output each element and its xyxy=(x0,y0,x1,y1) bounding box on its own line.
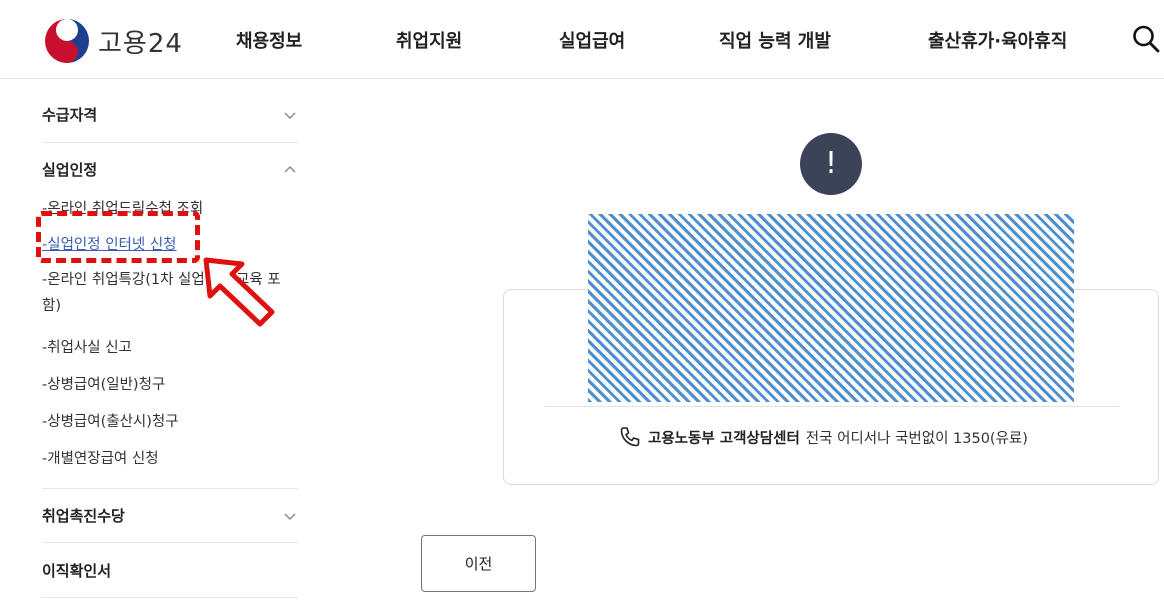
phone-icon xyxy=(620,427,640,447)
sidebar-section-unemployment-recognition[interactable]: 실업인정 xyxy=(42,159,298,180)
divider xyxy=(42,488,298,489)
divider xyxy=(42,542,298,543)
sidebar-section-title: 실업인정 xyxy=(42,161,98,179)
nav-maternity-parental-leave[interactable]: 출산휴가·육아휴직 xyxy=(928,27,1067,53)
prev-button[interactable]: 이전 xyxy=(421,535,536,592)
sidebar-section-title: 이직확인서 xyxy=(42,562,112,580)
divider xyxy=(42,142,298,143)
annotation-highlight-box xyxy=(36,211,200,263)
chevron-down-icon xyxy=(284,112,296,119)
image-placeholder xyxy=(588,214,1074,402)
sidebar-item-employment-report[interactable]: -취업사실 신고 xyxy=(42,336,132,357)
annotation-arrow-icon xyxy=(203,257,275,327)
sidebar-item-individual-extended-benefit[interactable]: -개별연장급여 신청 xyxy=(42,447,159,468)
sidebar-item-sickness-benefit-general[interactable]: -상병급여(일반)청구 xyxy=(42,373,165,394)
contact-info: 고용노동부 고객상담센터 전국 어디서나 국번없이 1350(유료) xyxy=(618,425,1028,449)
sidebar-section-eligibility[interactable]: 수급자격 xyxy=(42,104,298,125)
search-icon[interactable] xyxy=(1132,24,1160,54)
contact-center-label: 고용노동부 고객상담센터 xyxy=(648,430,800,447)
logo-text: 고용24 xyxy=(98,28,183,59)
nav-employment-support[interactable]: 취업지원 xyxy=(396,27,462,53)
sidebar-section-title: 취업촉진수당 xyxy=(42,507,125,525)
taegeuk-logo-icon xyxy=(45,19,89,63)
nav-job-info[interactable]: 채용정보 xyxy=(236,27,302,53)
nav-job-skill-development[interactable]: 직업 능력 개발 xyxy=(719,27,831,53)
site-header: 고용24 채용정보 취업지원 실업급여 직업 능력 개발 출산휴가·육아휴직 xyxy=(0,0,1164,79)
sidebar-section-job-promotion-allowance[interactable]: 취업촉진수당 xyxy=(42,505,298,526)
sidebar-item-sickness-benefit-childbirth[interactable]: -상병급여(출산시)청구 xyxy=(42,410,179,431)
contact-center-text: 전국 어디서나 국번없이 1350(유료) xyxy=(805,430,1028,447)
card-divider xyxy=(545,406,1119,407)
chevron-down-icon xyxy=(284,513,296,520)
sidebar-section-title: 수급자격 xyxy=(42,106,98,124)
site-logo[interactable]: 고용24 xyxy=(44,18,183,64)
sidebar-section-separation-confirmation[interactable]: 이직확인서 xyxy=(42,560,298,581)
alert-icon: ! xyxy=(800,133,862,195)
nav-unemployment-benefits[interactable]: 실업급여 xyxy=(559,27,625,53)
chevron-up-icon xyxy=(284,166,296,173)
divider xyxy=(42,597,298,598)
